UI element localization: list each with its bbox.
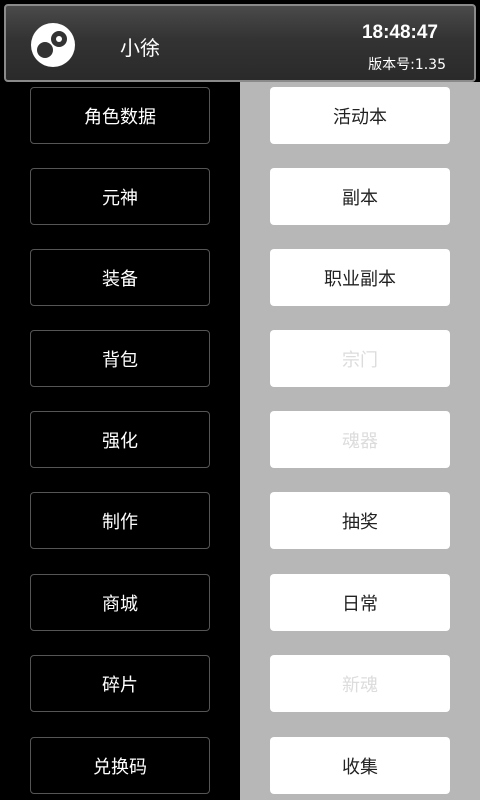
menu-button-redeem-code[interactable]: 兑换码 xyxy=(30,737,210,794)
app-screen: 小徐 18:48:47 版本号:1.35 角色数据 元神 装备 背包 强化 制作… xyxy=(0,0,480,800)
menu-button-dungeon[interactable]: 副本 xyxy=(270,168,450,225)
menu-button-fragments[interactable]: 碎片 xyxy=(30,655,210,712)
clock-time: 18:48:47 xyxy=(361,22,438,43)
username-label: 小徐 xyxy=(120,36,160,60)
app-logo-icon[interactable] xyxy=(30,22,76,68)
menu-button-shop[interactable]: 商城 xyxy=(30,574,210,631)
left-menu-panel: 角色数据 元神 装备 背包 强化 制作 商城 碎片 兑换码 xyxy=(0,82,240,800)
menu-button-class-dungeon[interactable]: 职业副本 xyxy=(270,249,450,306)
menu-button-equipment[interactable]: 装备 xyxy=(30,249,210,306)
menu-button-soul-artifact: 魂器 xyxy=(270,411,450,468)
menu-button-enhance[interactable]: 强化 xyxy=(30,411,210,468)
version-label: 版本号:1.35 xyxy=(368,57,446,73)
menu-button-sect: 宗门 xyxy=(270,330,450,387)
menu-button-spirit[interactable]: 元神 xyxy=(30,168,210,225)
menu-button-event-dungeon[interactable]: 活动本 xyxy=(270,87,450,144)
menu-button-backpack[interactable]: 背包 xyxy=(30,330,210,387)
menu-button-lottery[interactable]: 抽奖 xyxy=(270,492,450,549)
menu-button-daily[interactable]: 日常 xyxy=(270,574,450,631)
menu-button-collection[interactable]: 收集 xyxy=(270,737,450,794)
menu-button-character-data[interactable]: 角色数据 xyxy=(30,87,210,144)
menu-button-craft[interactable]: 制作 xyxy=(30,492,210,549)
right-menu-panel: 活动本 副本 职业副本 宗门 魂器 抽奖 日常 新魂 收集 xyxy=(240,82,480,800)
menu-button-new-soul: 新魂 xyxy=(270,655,450,712)
header-bar: 小徐 18:48:47 版本号:1.35 xyxy=(4,4,476,82)
